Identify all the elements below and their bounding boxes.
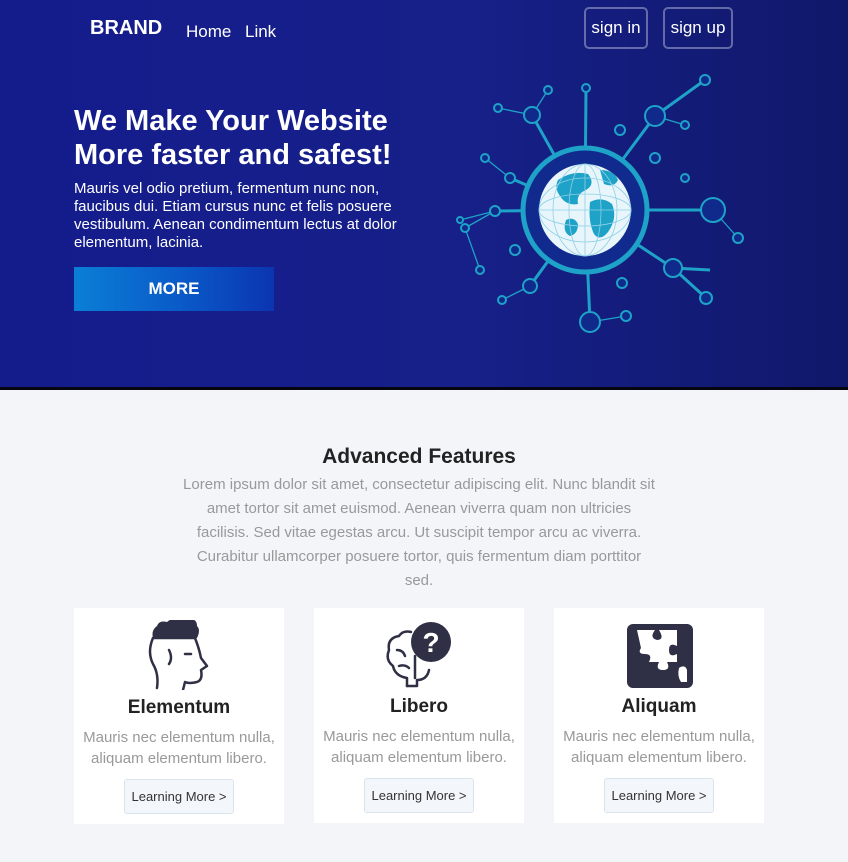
card-title: Elementum xyxy=(127,697,231,718)
learn-more-button[interactable]: Learning More > xyxy=(364,778,474,813)
head-icon xyxy=(148,620,209,690)
puzzle-icon xyxy=(627,624,693,688)
card-text: Mauris nec elementum nulla, aliquam elem… xyxy=(323,728,515,766)
sign-up-button[interactable]: sign up xyxy=(663,7,733,49)
hero-section: BRAND Home Link sign in sign up We Make … xyxy=(0,0,848,390)
card-text: Mauris nec elementum nulla, aliquam elem… xyxy=(83,729,275,767)
feature-card-aliquam: Aliquam Mauris nec elementum nulla, aliq… xyxy=(554,608,764,823)
nav-link-home[interactable]: Home xyxy=(186,22,231,42)
feature-card-libero: ? Libero Mauris nec elementum nulla, ali… xyxy=(314,608,524,823)
card-title: Aliquam xyxy=(621,696,697,717)
brand-logo[interactable]: BRAND xyxy=(90,17,162,40)
sign-in-button[interactable]: sign in xyxy=(584,7,648,49)
hero-title: We Make Your Website More faster and saf… xyxy=(74,105,392,171)
more-button[interactable]: MORE xyxy=(74,267,274,311)
features-description: Lorem ipsum dolor sit amet, consectetur … xyxy=(183,476,655,589)
svg-text:?: ? xyxy=(422,627,439,658)
hero-description: Mauris vel odio pretium, fermentum nunc … xyxy=(74,180,397,251)
card-text: Mauris nec elementum nulla, aliquam elem… xyxy=(563,728,755,766)
globe-network-illustration xyxy=(456,74,744,333)
nav-link-link[interactable]: Link xyxy=(245,22,276,42)
learn-more-button[interactable]: Learning More > xyxy=(124,779,234,814)
card-title: Libero xyxy=(389,696,449,717)
learn-more-button[interactable]: Learning More > xyxy=(604,778,714,813)
features-title: Advanced Features xyxy=(322,445,516,468)
feature-card-elementum: Elementum Mauris nec elementum nulla, al… xyxy=(74,608,284,824)
brain-question-icon: ? xyxy=(386,622,451,688)
